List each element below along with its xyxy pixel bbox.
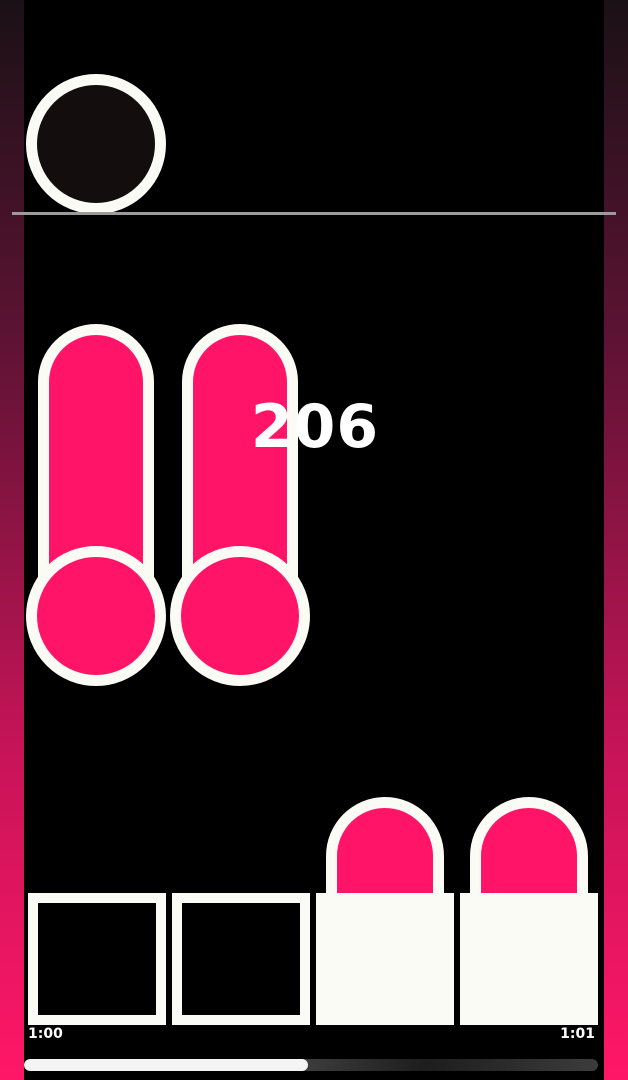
note-lane-4 [470, 797, 588, 902]
game-screen: 206 1:00 1:01 [0, 0, 628, 1080]
hit-target-circle [26, 74, 166, 214]
note-lane-3 [326, 797, 444, 902]
lane-key-1[interactable] [28, 893, 166, 1025]
hold-note-head-lane-2 [170, 546, 310, 686]
lane-key-2[interactable] [172, 893, 310, 1025]
score-counter: 206 [250, 392, 380, 462]
left-side-gradient [0, 0, 24, 1080]
lane-key-4[interactable] [460, 893, 598, 1025]
time-elapsed: 1:00 [28, 1026, 63, 1042]
song-progress-fill [24, 1059, 309, 1071]
right-side-gradient [604, 0, 628, 1080]
hold-note-head-lane-1 [26, 546, 166, 686]
lane-key-3[interactable] [316, 893, 454, 1025]
hit-line [12, 212, 616, 215]
time-total: 1:01 [560, 1026, 595, 1042]
song-progress-bar[interactable] [24, 1059, 598, 1071]
